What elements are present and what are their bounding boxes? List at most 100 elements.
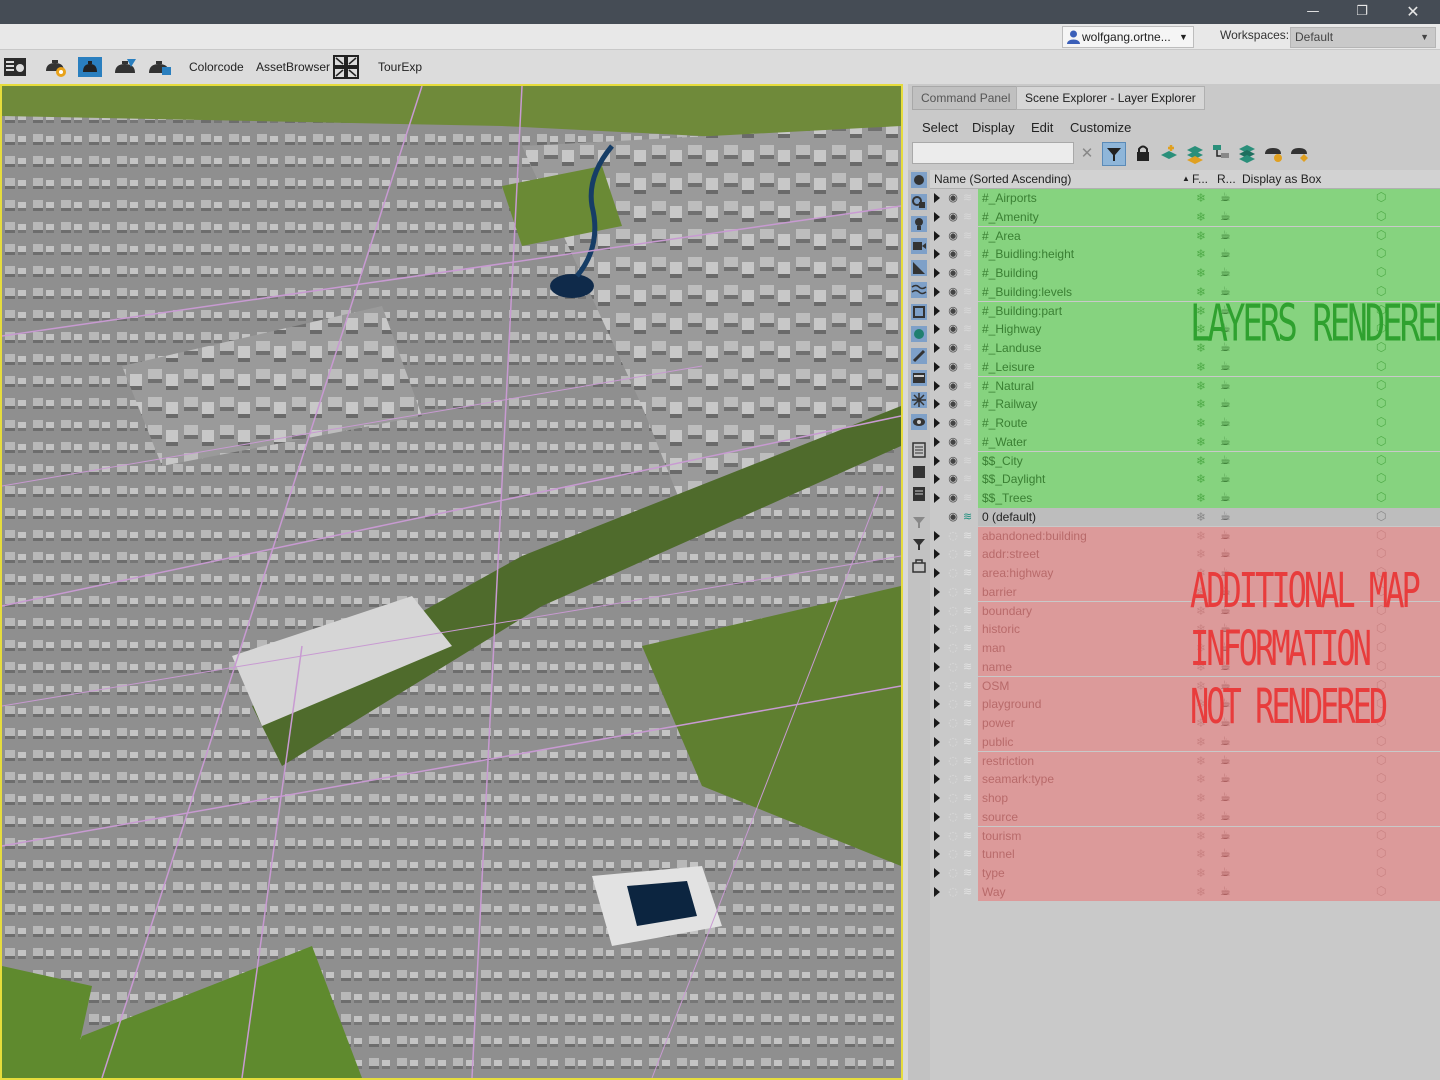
expand-arrow-icon[interactable] <box>934 586 940 597</box>
expand-arrow-icon[interactable] <box>934 736 940 747</box>
renderable-teapot-icon[interactable]: ☕ <box>1220 453 1231 467</box>
display-as-box-icon[interactable]: ⬡ <box>1376 471 1386 485</box>
renderable-teapot-icon[interactable]: ☕ <box>1220 828 1231 842</box>
layer-row[interactable]: ◉ ≋ $$_Trees ❄ ☕ ⬡ <box>930 489 1440 508</box>
user-account-dropdown[interactable]: wolfgang.ortne... ▼ <box>1062 26 1194 48</box>
workspace-select[interactable]: Default ▼ <box>1290 27 1436 48</box>
expand-arrow-icon[interactable] <box>934 624 940 635</box>
layer-name[interactable]: $$_Trees <box>982 491 1032 505</box>
layer-name[interactable]: #_Route <box>982 416 1027 430</box>
visibility-eye-icon[interactable]: ◌ <box>946 848 960 860</box>
renderable-teapot-icon[interactable]: ☕ <box>1220 528 1231 542</box>
container-filter-icon[interactable] <box>911 370 927 386</box>
layer-row[interactable]: ◉ ≋ #_Railway ❄ ☕ ⬡ <box>930 395 1440 414</box>
display-as-box-icon[interactable]: ⬡ <box>1376 846 1386 860</box>
freeze-snowflake-icon[interactable]: ❄ <box>1196 847 1206 861</box>
visibility-eye-icon[interactable]: ◉ <box>946 473 960 485</box>
display-as-box-icon[interactable]: ⬡ <box>1376 190 1386 204</box>
expand-arrow-icon[interactable] <box>934 493 940 503</box>
menu-customize[interactable]: Customize <box>1070 120 1131 135</box>
visibility-eye-icon[interactable]: ◌ <box>946 623 960 635</box>
renderable-teapot-icon[interactable]: ☕ <box>1220 209 1231 223</box>
menu-edit[interactable]: Edit <box>1031 120 1053 135</box>
display-as-box-icon[interactable]: ⬡ <box>1376 415 1386 429</box>
display-as-box-icon[interactable]: ⬡ <box>1376 378 1386 392</box>
layer-name[interactable]: 0 (default) <box>982 510 1036 524</box>
visibility-eye-icon[interactable]: ◌ <box>946 567 960 579</box>
display-as-box-icon[interactable]: ⬡ <box>1376 865 1386 879</box>
colorcode-button[interactable]: Colorcode <box>189 60 244 74</box>
renderable-teapot-icon[interactable]: ☕ <box>1220 546 1231 560</box>
expand-arrow-icon[interactable] <box>934 324 940 335</box>
visibility-eye-icon[interactable]: ◉ <box>946 360 960 373</box>
column-display-as-box[interactable]: Display as Box <box>1242 170 1321 188</box>
visibility-eye-icon[interactable]: ◉ <box>946 379 960 392</box>
freeze-snowflake-icon[interactable]: ❄ <box>1196 510 1206 524</box>
menu-display[interactable]: Display <box>972 120 1015 135</box>
display-as-box-icon[interactable]: ⬡ <box>1376 640 1386 654</box>
renderable-teapot-icon[interactable]: ☕ <box>1220 753 1231 767</box>
layer-name[interactable]: shop <box>982 791 1008 805</box>
layer-name[interactable]: power <box>982 716 1015 730</box>
visibility-eye-icon[interactable]: ◌ <box>946 773 960 785</box>
display-as-box-icon[interactable]: ⬡ <box>1376 209 1386 223</box>
visibility-eye-icon[interactable]: ◌ <box>946 585 960 598</box>
layer-row[interactable]: ◌ ≋ tunnel ❄ ☕ ⬡ <box>930 845 1440 864</box>
visibility-eye-icon[interactable]: ◉ <box>946 192 960 204</box>
display-as-box-icon[interactable]: ⬡ <box>1376 490 1386 504</box>
filter-toggle-icon[interactable] <box>1102 142 1126 166</box>
layer-name[interactable]: historic <box>982 622 1020 636</box>
layer-name[interactable]: public <box>982 735 1013 749</box>
close-button[interactable]: ✕ <box>1390 0 1436 24</box>
expand-arrow-icon[interactable] <box>934 530 940 541</box>
visibility-eye-icon[interactable]: ◉ <box>946 342 960 354</box>
column-renderable[interactable]: R... <box>1217 170 1236 188</box>
assetbrowser-button[interactable]: AssetBrowser <box>256 60 330 74</box>
layer-name[interactable]: seamark:type <box>982 772 1054 786</box>
visibility-eye-icon[interactable]: ◌ <box>946 717 960 729</box>
clear-search-icon[interactable]: ✕ <box>1076 142 1098 164</box>
frozen-filter-icon[interactable] <box>911 392 927 408</box>
layer-name[interactable]: #_Buidling:height <box>982 247 1074 261</box>
layer-row[interactable]: ◉ ≋ #_Amenity ❄ ☕ ⬡ <box>930 207 1440 227</box>
expand-arrow-icon[interactable] <box>934 380 940 391</box>
freeze-snowflake-icon[interactable]: ❄ <box>1196 772 1206 786</box>
visibility-eye-icon[interactable]: ◌ <box>946 698 960 710</box>
layer-name[interactable]: playground <box>982 697 1041 711</box>
visibility-eye-icon[interactable]: ◉ <box>946 285 960 298</box>
layer-row[interactable]: ◉ ≋ 0 (default) ❄ ☕ ⬡ <box>930 507 1440 527</box>
layer-name[interactable]: restriction <box>982 754 1034 768</box>
visibility-eye-icon[interactable]: ◉ <box>946 267 960 279</box>
expand-arrow-icon[interactable] <box>934 680 940 691</box>
bone-filter-icon[interactable] <box>911 348 927 364</box>
visibility-eye-icon[interactable]: ◌ <box>946 660 960 673</box>
group-filter-icon[interactable] <box>911 304 927 320</box>
display-as-box-icon[interactable]: ⬡ <box>1376 621 1386 635</box>
renderable-teapot-icon[interactable]: ☕ <box>1220 228 1231 242</box>
layer-row[interactable]: ◉ ≋ $$_Daylight ❄ ☕ ⬡ <box>930 470 1440 489</box>
expand-arrow-icon[interactable] <box>934 811 940 822</box>
render-teapot-icon[interactable] <box>112 55 138 79</box>
tour-grid-icon[interactable] <box>333 55 359 79</box>
freeze-snowflake-icon[interactable]: ❄ <box>1196 416 1206 430</box>
renderable-teapot-icon[interactable]: ☕ <box>1220 865 1231 879</box>
freeze-snowflake-icon[interactable]: ❄ <box>1196 791 1206 805</box>
expand-arrow-icon[interactable] <box>934 361 940 372</box>
layer-name[interactable]: #_Building:levels <box>982 285 1072 299</box>
layer-name[interactable]: type <box>982 866 1005 880</box>
display-as-box-icon[interactable]: ⬡ <box>1376 228 1386 242</box>
layer-row[interactable]: ◌ ≋ Way ❄ ☕ ⬡ <box>930 882 1440 902</box>
freeze-snowflake-icon[interactable]: ❄ <box>1196 547 1206 561</box>
visibility-eye-icon[interactable]: ◉ <box>946 248 960 260</box>
expand-arrow-icon[interactable] <box>934 230 940 241</box>
display-as-box-icon[interactable]: ⬡ <box>1376 809 1386 823</box>
freeze-snowflake-icon[interactable]: ❄ <box>1196 735 1206 749</box>
light-filter-icon[interactable] <box>911 216 927 232</box>
freeze-snowflake-icon[interactable]: ❄ <box>1196 866 1206 880</box>
layer-row[interactable]: ◌ ≋ tourism ❄ ☕ ⬡ <box>930 826 1440 846</box>
layer-name[interactable]: $$_City <box>982 454 1023 468</box>
renderable-teapot-icon[interactable]: ☕ <box>1220 846 1231 860</box>
expand-arrow-icon[interactable] <box>934 793 940 803</box>
render-active-icon[interactable] <box>146 55 172 79</box>
layer-name[interactable]: Way <box>982 885 1006 899</box>
